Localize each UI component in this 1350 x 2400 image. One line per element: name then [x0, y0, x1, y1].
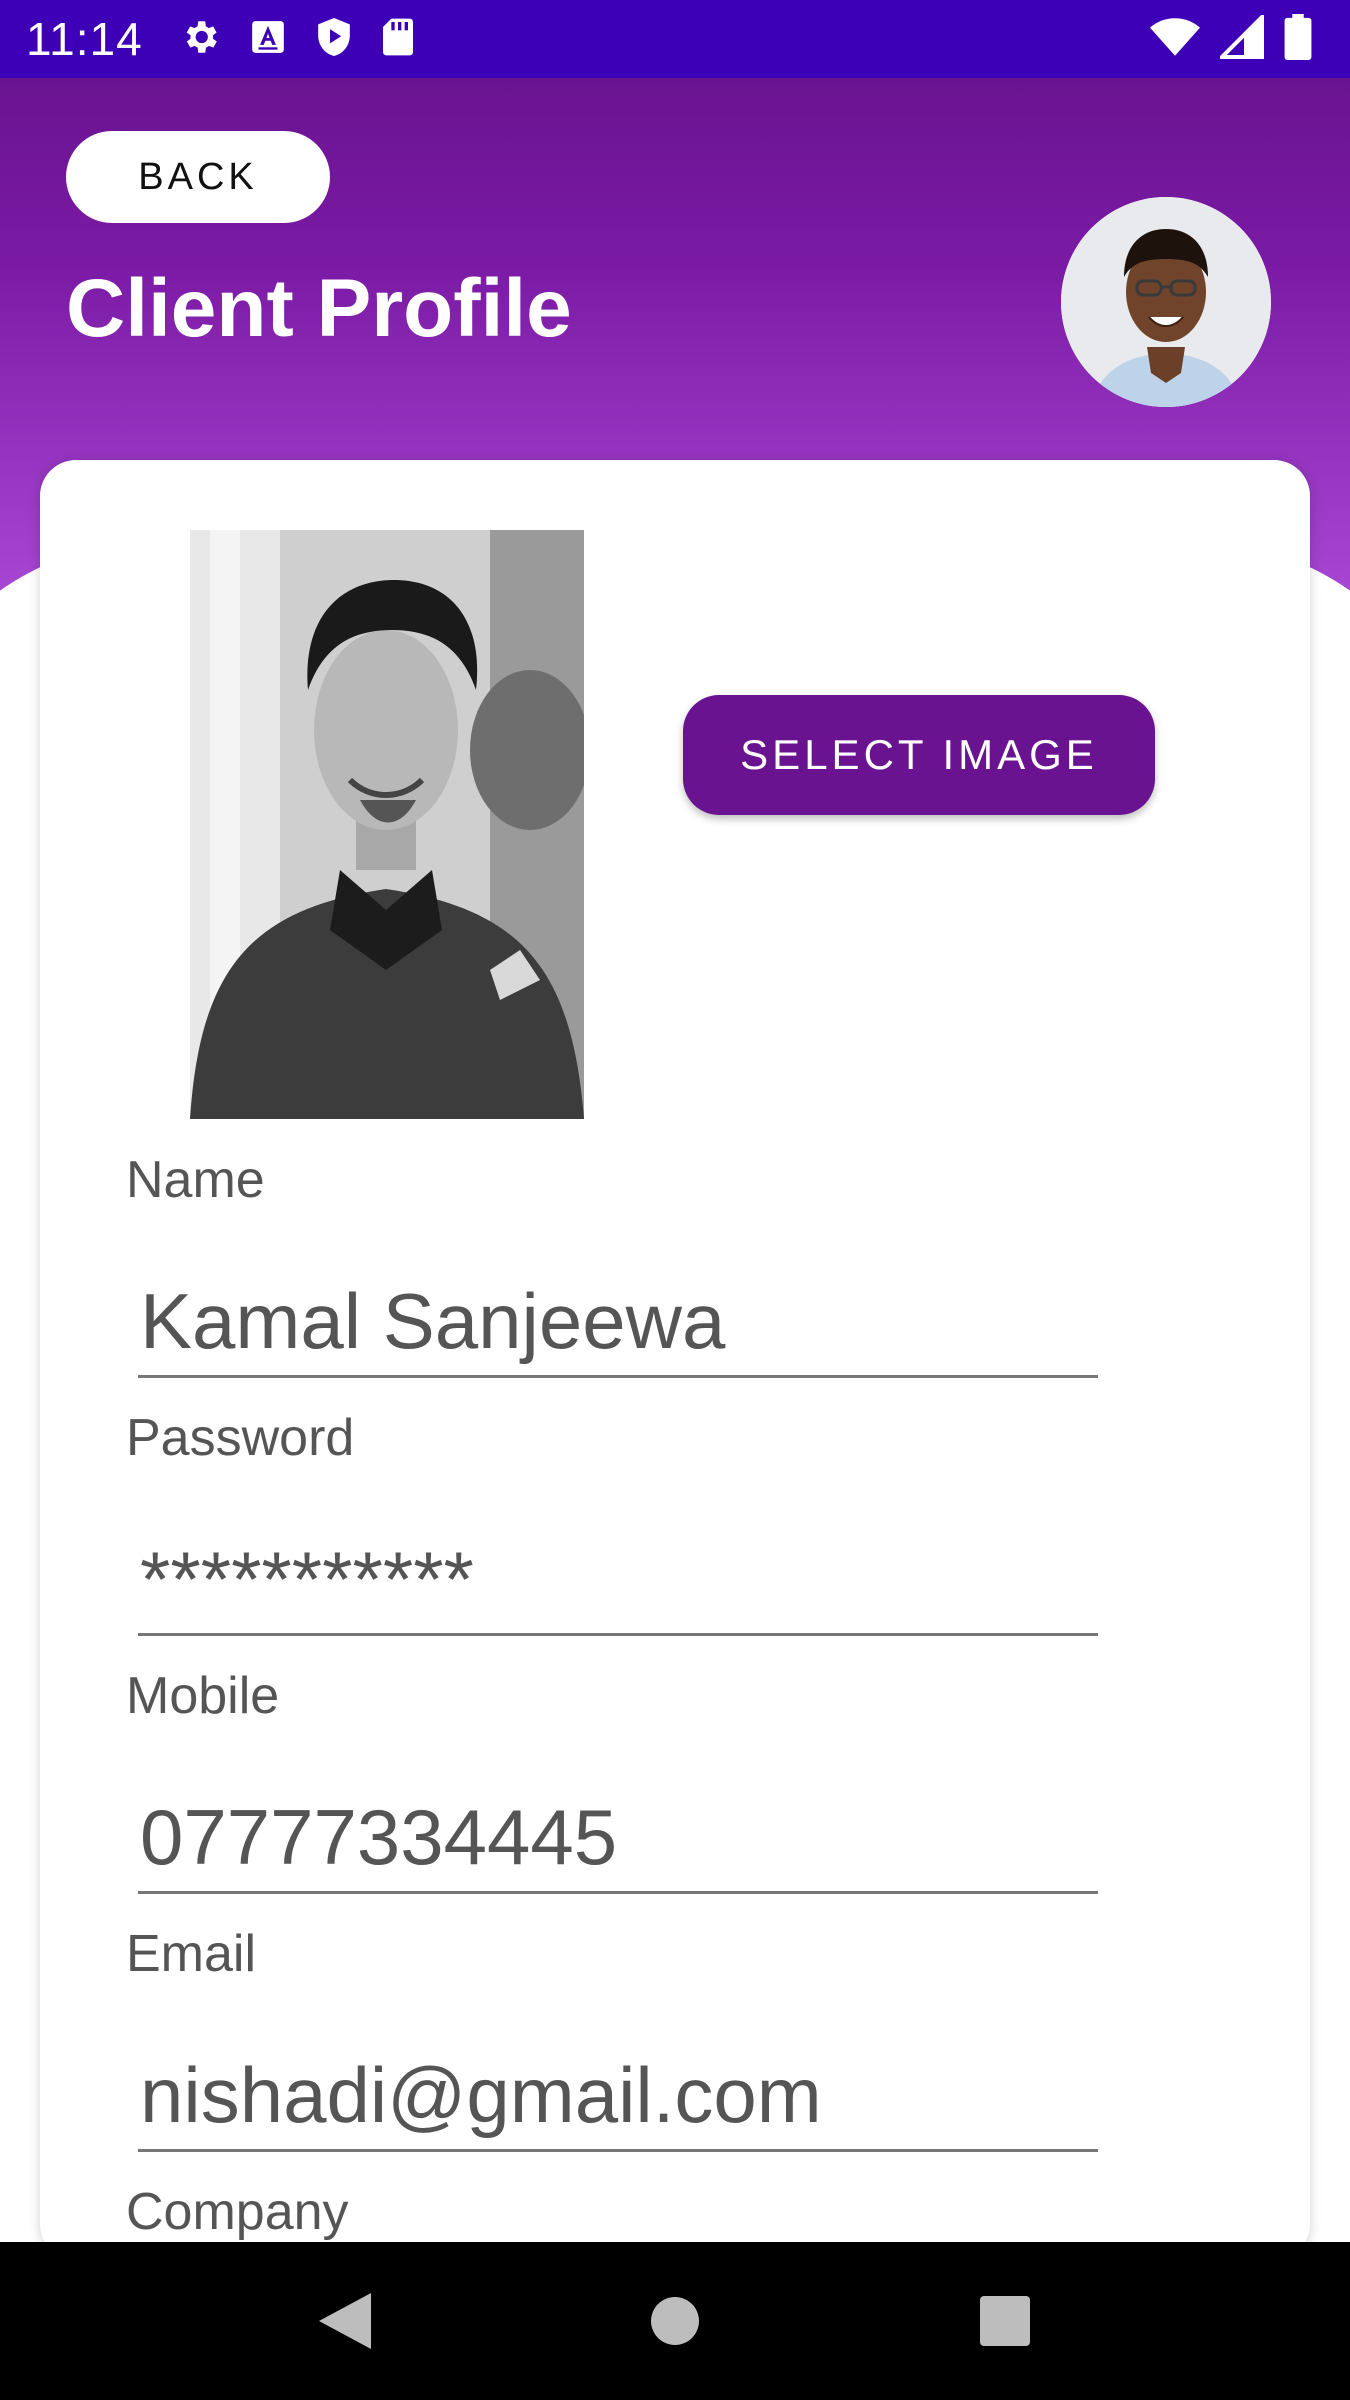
status-bar: 11:14 — [0, 0, 1350, 78]
sd-card-icon — [381, 17, 415, 62]
system-icons — [1150, 12, 1312, 65]
notification-icons — [179, 16, 415, 63]
profile-photo — [190, 530, 584, 1119]
email-label: Email — [126, 1925, 257, 1983]
company-label: Company — [126, 2183, 349, 2241]
a-box-icon — [249, 18, 287, 61]
name-field[interactable] — [138, 1268, 1098, 1378]
wifi-icon — [1150, 15, 1200, 64]
status-time: 11:14 — [26, 13, 143, 65]
home-icon[interactable] — [615, 2261, 735, 2381]
password-field[interactable] — [138, 1526, 1098, 1636]
avatar-image — [1061, 197, 1271, 407]
battery-icon — [1284, 14, 1312, 65]
navigation-bar — [0, 2242, 1350, 2400]
page-title: Client Profile — [66, 263, 572, 354]
password-label: Password — [126, 1409, 355, 1467]
shield-play-icon — [315, 16, 353, 63]
mobile-label: Mobile — [126, 1667, 280, 1725]
mobile-field[interactable] — [138, 1784, 1098, 1894]
profile-photo-image — [190, 530, 584, 1119]
cell-signal-icon — [1217, 12, 1264, 64]
gear-icon — [179, 16, 221, 63]
recents-icon[interactable] — [945, 2261, 1065, 2381]
email-field[interactable] — [138, 2042, 1098, 2152]
profile-card: SELECT IMAGE Name Password Mobile Email … — [40, 460, 1310, 2260]
name-label: Name — [126, 1151, 265, 1209]
back-icon[interactable] — [285, 2261, 405, 2381]
back-button[interactable]: BACK — [66, 131, 330, 223]
avatar[interactable] — [1061, 197, 1271, 407]
select-image-button[interactable]: SELECT IMAGE — [683, 695, 1155, 815]
